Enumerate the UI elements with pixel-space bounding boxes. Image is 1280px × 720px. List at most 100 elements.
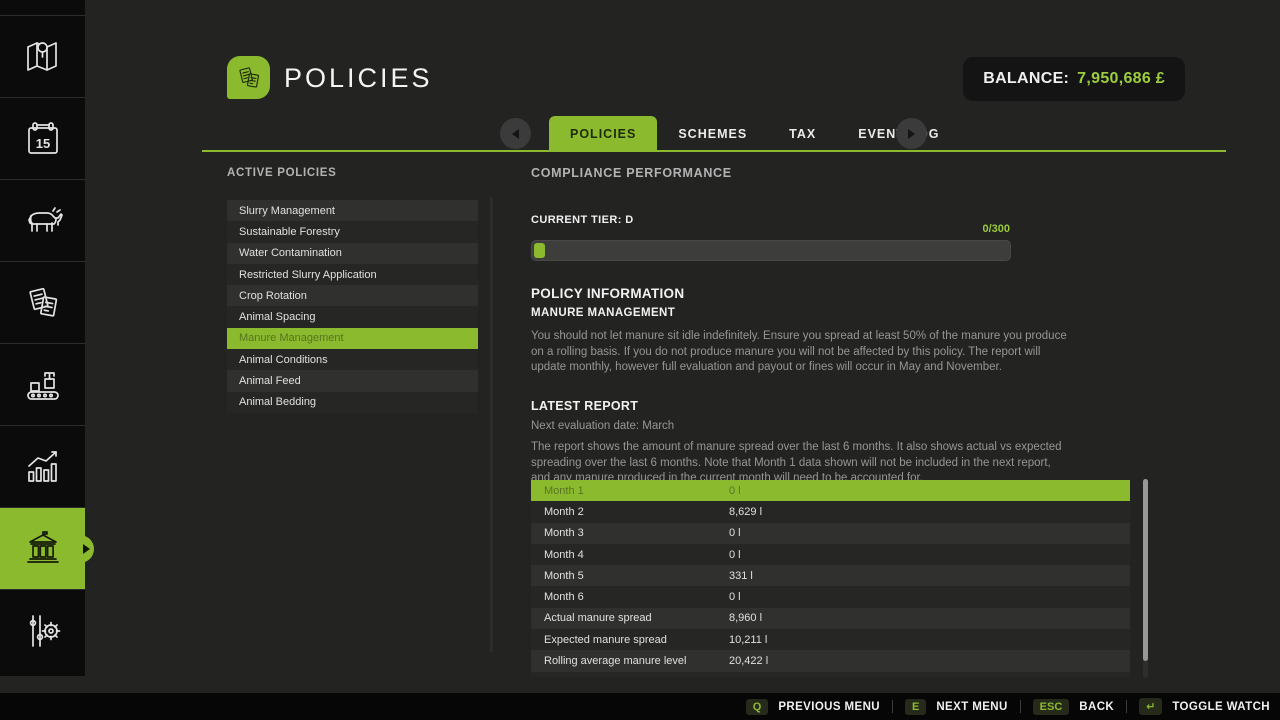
sidebar-item-animals[interactable] xyxy=(0,179,85,261)
e-key: E xyxy=(905,699,926,715)
report-row-value: 0 l xyxy=(729,527,741,539)
compliance-score: 0/300 xyxy=(900,223,1010,235)
hint-divider xyxy=(1126,700,1127,713)
table-scrollbar-thumb[interactable] xyxy=(1143,479,1148,661)
hint-label: BACK xyxy=(1079,701,1114,713)
report-row-label: Month 1 xyxy=(531,485,729,497)
report-table-row[interactable]: Month 3 0 l xyxy=(531,523,1130,544)
compliance-progress-bar xyxy=(531,240,1011,261)
prev-tab-button[interactable] xyxy=(500,118,531,149)
finances-icon xyxy=(19,525,67,573)
policy-list-item[interactable]: Animal Spacing xyxy=(227,306,478,327)
policy-list-item[interactable]: Manure Management xyxy=(227,328,478,349)
hint-label: PREVIOUS MENU xyxy=(778,701,880,713)
report-row-value: 10,211 l xyxy=(729,634,767,646)
policy-list-item[interactable]: Sustainable Forestry xyxy=(227,221,478,242)
hint-divider xyxy=(1020,700,1021,713)
policies-app-icon xyxy=(227,56,270,99)
report-table-row[interactable]: Month 4 0 l xyxy=(531,544,1130,565)
compliance-progress-fill xyxy=(534,243,545,258)
sidebar-item-finances[interactable] xyxy=(0,507,85,589)
sidebar-item-statistics[interactable] xyxy=(0,425,85,507)
report-table-row[interactable]: Actual manure spread 8,960 l xyxy=(531,608,1130,629)
documents-icon xyxy=(232,61,266,95)
page-title: POLICIES xyxy=(284,63,433,94)
input-hint[interactable]: E NEXT MENU xyxy=(905,699,1008,715)
report-row-label: Rolling average manure level xyxy=(531,655,729,667)
tab-schemes[interactable]: SCHEMES xyxy=(657,116,768,152)
balance-display: BALANCE: 7,950,686 £ xyxy=(963,57,1185,101)
panel-scrollbar-track[interactable] xyxy=(490,197,493,652)
policy-info-heading: POLICY INFORMATION xyxy=(531,286,684,301)
enter-key-icon: ↵ xyxy=(1139,698,1162,715)
hint-divider xyxy=(892,700,893,713)
contracts-icon xyxy=(19,279,67,327)
sidebar-item-contracts[interactable] xyxy=(0,261,85,343)
sidebar-item-partial xyxy=(0,0,85,15)
compliance-heading: COMPLIANCE PERFORMANCE xyxy=(531,166,732,180)
tab-tax[interactable]: TAX xyxy=(768,116,837,152)
sidebar-item-map[interactable] xyxy=(0,15,85,97)
report-row-label: Month 6 xyxy=(531,591,729,603)
sidebar-item-settings[interactable] xyxy=(0,589,85,671)
report-table: Month 1 0 l Month 2 8,629 l Month 3 0 l … xyxy=(531,480,1130,677)
settings-icon xyxy=(19,607,67,655)
policy-list-item[interactable]: Restricted Slurry Application xyxy=(227,264,478,285)
policy-list-item[interactable]: Slurry Management xyxy=(227,200,478,221)
policy-list-item[interactable]: Water Contamination xyxy=(227,243,478,264)
report-row-value: 0 l xyxy=(729,485,741,497)
animals-icon xyxy=(19,197,67,245)
balance-value: 7,950,686 £ xyxy=(1077,70,1165,88)
next-evaluation-date: Next evaluation date: March xyxy=(531,419,1068,435)
tab-bar: POLICIESSCHEMESTAXEVENT LOG xyxy=(0,116,1280,152)
esc-key: ESC xyxy=(1033,699,1070,715)
report-row-label: Month 3 xyxy=(531,527,729,539)
report-table-row[interactable]: Month 2 8,629 l xyxy=(531,501,1130,522)
report-row-value: 0 l xyxy=(729,591,741,603)
report-row-value: 331 l xyxy=(729,570,753,582)
active-policies-list: Slurry ManagementSustainable ForestryWat… xyxy=(227,200,478,413)
report-table-row[interactable]: Month 1 0 l xyxy=(531,480,1130,501)
policy-list-item[interactable]: Animal Conditions xyxy=(227,349,478,370)
sidebar-item-production[interactable] xyxy=(0,343,85,425)
report-row-label: Month 2 xyxy=(531,506,729,518)
report-row-label: Month 4 xyxy=(531,549,729,561)
report-row-value: 20,422 l xyxy=(729,655,768,667)
statistics-icon xyxy=(19,443,67,491)
tab-policies[interactable]: POLICIES xyxy=(549,116,657,152)
report-row-value: 8,629 l xyxy=(729,506,762,518)
table-scrollbar-track[interactable] xyxy=(1143,479,1148,678)
latest-report-heading: LATEST REPORT xyxy=(531,399,638,413)
tab-underline xyxy=(202,150,1226,152)
input-hint[interactable]: Q PREVIOUS MENU xyxy=(746,699,880,715)
chevron-left-icon xyxy=(512,129,519,139)
policy-list-item[interactable]: Crop Rotation xyxy=(227,285,478,306)
policy-name-heading: MANURE MANAGEMENT xyxy=(531,307,675,319)
report-table-row[interactable]: Rolling average manure level 20,422 l xyxy=(531,650,1130,671)
production-icon xyxy=(19,361,67,409)
report-table-row[interactable]: Rating - xyxy=(531,672,1130,677)
balance-label: BALANCE: xyxy=(983,70,1069,88)
active-policies-heading: ACTIVE POLICIES xyxy=(227,167,337,179)
hint-label: TOGGLE WATCH xyxy=(1172,701,1270,713)
report-row-value: 8,960 l xyxy=(729,612,762,624)
input-hint[interactable]: ESC BACK xyxy=(1033,699,1114,715)
hint-label: NEXT MENU xyxy=(936,701,1007,713)
input-hint[interactable]: ↵ TOGGLE WATCH xyxy=(1139,698,1270,715)
policy-list-item[interactable]: Animal Bedding xyxy=(227,392,478,413)
chevron-right-icon xyxy=(908,129,915,139)
report-table-row[interactable]: Expected manure spread 10,211 l xyxy=(531,629,1130,650)
input-hints-bar: Q PREVIOUS MENU E NEXT MENU ESC BACK ↵ T… xyxy=(0,693,1280,720)
policy-list-item[interactable]: Animal Feed xyxy=(227,370,478,391)
report-table-row[interactable]: Month 5 331 l xyxy=(531,565,1130,586)
current-tier-label: CURRENT TIER: D xyxy=(531,214,634,226)
next-tab-button[interactable] xyxy=(896,118,927,149)
report-table-row[interactable]: Month 6 0 l xyxy=(531,586,1130,607)
report-row-label: Expected manure spread xyxy=(531,634,729,646)
report-row-label: Rating xyxy=(531,676,729,677)
q-key: Q xyxy=(746,699,769,715)
map-icon xyxy=(19,33,67,81)
report-row-label: Month 5 xyxy=(531,570,729,582)
report-row-label: Actual manure spread xyxy=(531,612,729,624)
main-sidebar: 15 xyxy=(0,0,85,676)
